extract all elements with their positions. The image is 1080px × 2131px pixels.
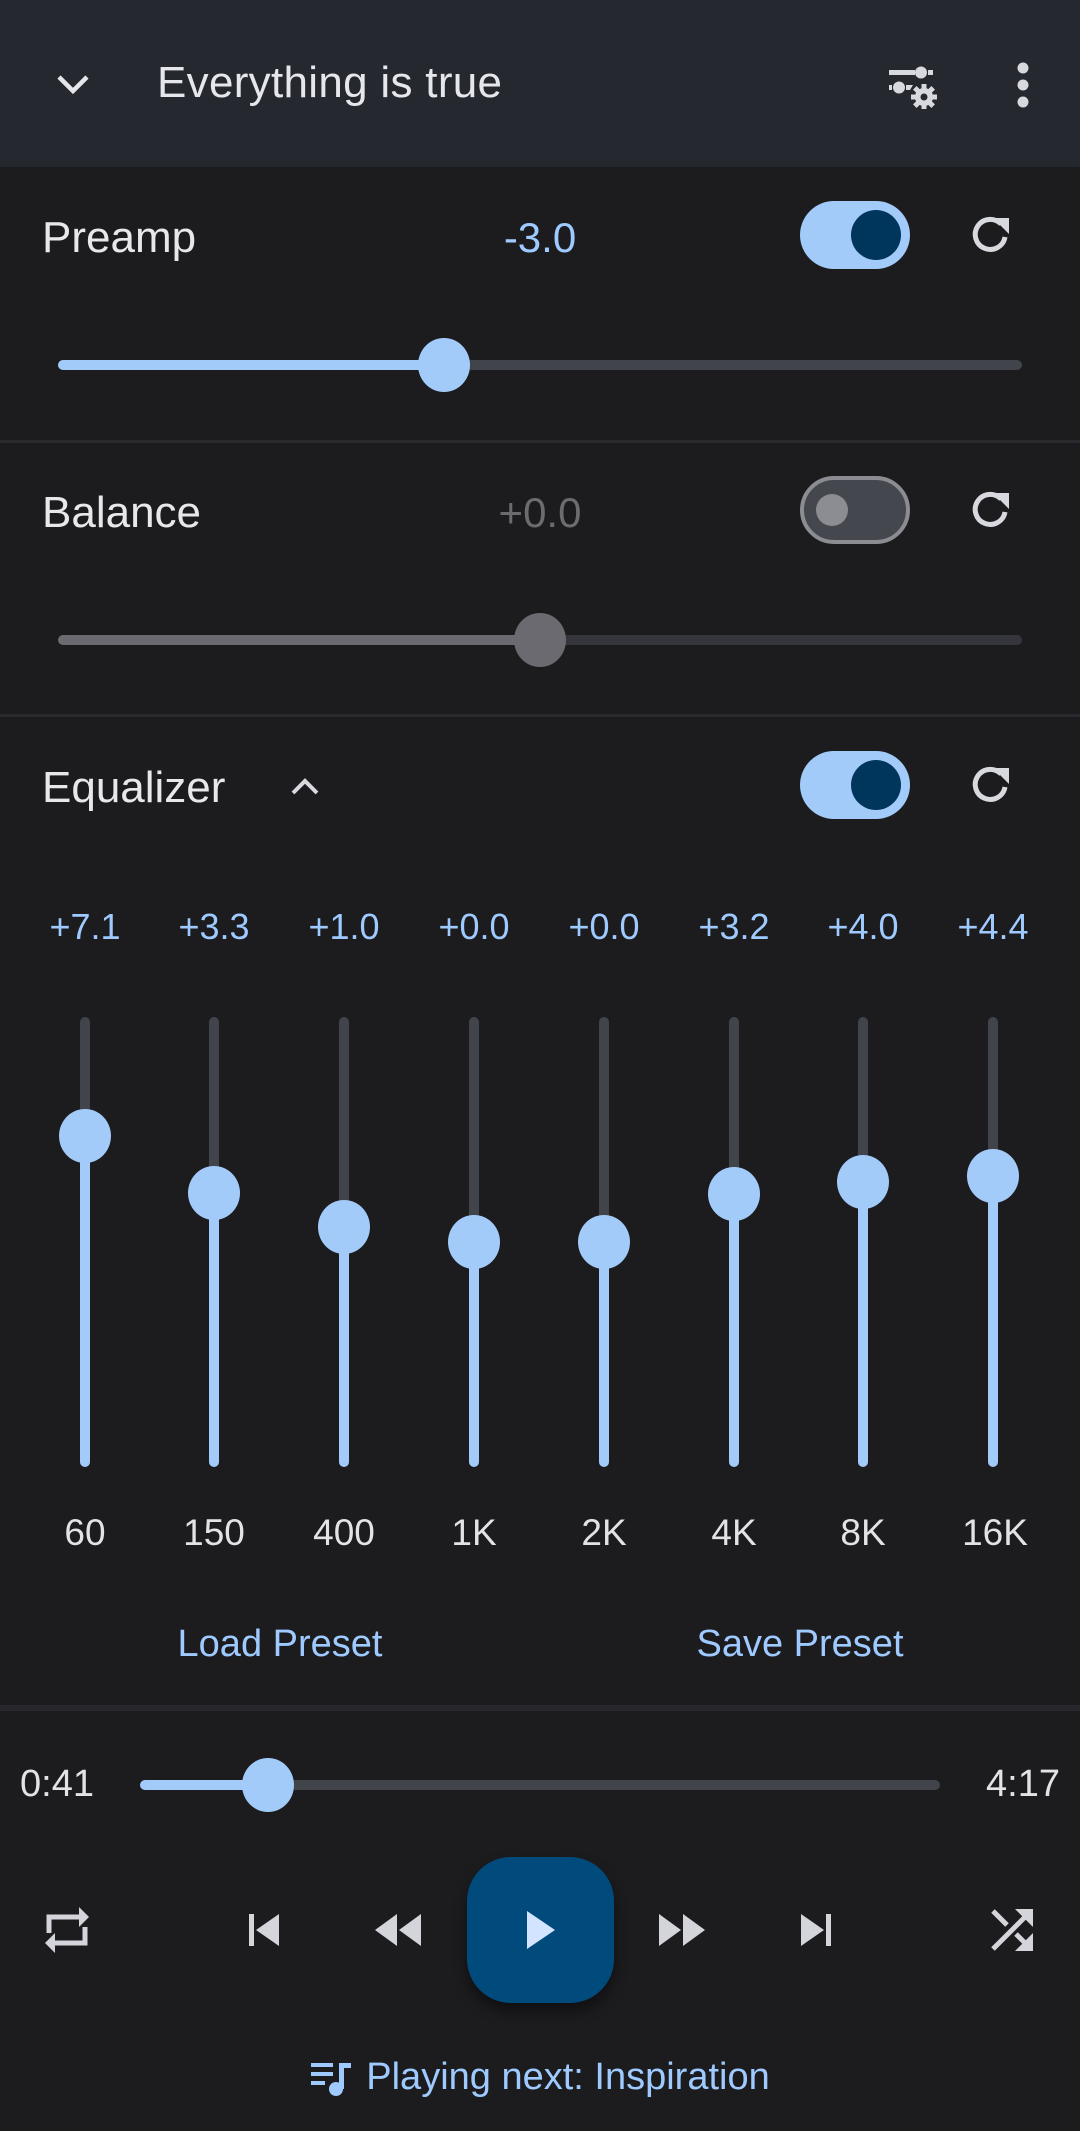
band-slider-16k[interactable] [967,1017,1019,1467]
equalizer-collapse-button[interactable] [275,757,335,817]
band-slider-4k[interactable] [708,1017,760,1467]
slider-fill [988,1176,998,1467]
elapsed-time: 0:41 [20,1763,94,1805]
slider-fill [209,1192,219,1467]
more-options-button[interactable] [998,50,1048,120]
band-frequency-label: 1K [451,1512,497,1553]
slider-fill [858,1182,868,1467]
band-frequency-label: 2K [581,1512,627,1553]
load-preset-button[interactable]: Load Preset [178,1623,383,1666]
save-preset-button[interactable]: Save Preset [697,1623,904,1666]
chevron-down-icon [57,75,89,95]
band-frequency-label: 150 [183,1512,245,1553]
slider-fill [469,1242,479,1467]
slider-thumb[interactable] [837,1155,889,1209]
band-slider-150[interactable] [188,1017,240,1467]
fast-rewind-icon [375,1914,421,1946]
preamp-slider[interactable] [58,338,1022,392]
divider [0,1705,1080,1711]
balance-value: +0.0 [498,489,582,536]
seek-bar[interactable] [140,1758,940,1812]
rewind-button[interactable] [363,1895,433,1965]
skip-previous-button[interactable] [229,1895,299,1965]
preamp-reset-button[interactable] [960,205,1020,265]
toggle-knob [851,760,901,810]
band-slider-60[interactable] [59,1017,111,1467]
slider-thumb[interactable] [318,1200,370,1254]
fast-forward-button[interactable] [647,1895,717,1965]
repeat-icon [45,1907,89,1953]
band-value: +3.2 [698,906,770,947]
tune-settings-icon [889,66,937,109]
chevron-up-icon [291,778,319,795]
slider-fill [80,1135,90,1467]
band-slider-8k[interactable] [837,1017,889,1467]
playing-next[interactable]: Playing next: Inspiration [0,2056,1080,2099]
band-value: +3.3 [178,906,250,947]
band-frequency-label: 16K [962,1512,1028,1553]
top-app-bar: Everything is true [0,0,1080,167]
balance-label: Balance [42,488,202,537]
total-duration: 4:17 [986,1763,1060,1805]
band-value: +1.0 [308,906,380,947]
more-vert-icon [1017,62,1029,108]
refresh-icon [972,216,1009,252]
toggle-knob [851,210,901,260]
band-frequency-label: 60 [64,1512,106,1553]
band-value: +7.1 [49,906,121,947]
play-button[interactable] [467,1857,614,2003]
slider-thumb[interactable] [188,1165,240,1220]
balance-slider[interactable] [58,613,1022,667]
band-frequency-label: 4K [711,1512,757,1553]
band-value: +0.0 [568,906,640,947]
balance-toggle[interactable] [800,476,910,544]
toggle-knob [816,494,848,526]
slider-thumb[interactable] [59,1108,111,1163]
playing-next-label: Playing next: Inspiration [366,2056,770,2098]
slider-thumb[interactable] [708,1167,760,1221]
queue-music-icon [311,2062,352,2096]
page-title: Everything is true [157,58,503,107]
fast-forward-icon [659,1914,705,1946]
repeat-button[interactable] [32,1895,102,1965]
slider-fill [599,1242,609,1467]
balance-reset-button[interactable] [960,480,1020,540]
shuffle-button[interactable] [977,1895,1047,1965]
preamp-toggle[interactable] [800,201,910,269]
band-value: +0.0 [438,906,510,947]
slider-fill [339,1227,349,1467]
refresh-icon [972,491,1009,527]
slider-fill [58,635,540,645]
refresh-icon [972,766,1009,802]
band-value: +4.4 [957,906,1029,947]
band-slider-1k[interactable] [448,1017,500,1467]
collapse-button[interactable] [43,55,103,115]
tune-settings-button[interactable] [875,50,951,120]
divider [0,714,1080,717]
skip-next-icon [801,1914,831,1946]
slider-thumb[interactable] [417,338,470,392]
equalizer-reset-button[interactable] [960,755,1020,815]
slider-fill [729,1194,739,1467]
skip-previous-icon [249,1914,279,1946]
skip-next-button[interactable] [781,1895,851,1965]
play-icon [526,1911,555,1949]
preamp-label: Preamp [42,213,197,262]
preamp-value: -3.0 [503,214,577,261]
band-slider-2k[interactable] [578,1017,630,1467]
divider [0,440,1080,443]
slider-fill [58,360,444,370]
equalizer-toggle[interactable] [800,751,910,819]
slider-thumb[interactable] [448,1215,500,1269]
slider-thumb[interactable] [242,1758,294,1812]
band-frequency-label: 8K [840,1512,886,1553]
band-slider-400[interactable] [318,1017,370,1467]
slider-thumb[interactable] [967,1149,1019,1203]
shuffle-icon [991,1909,1033,1951]
slider-thumb[interactable] [514,613,566,667]
band-value: +4.0 [827,906,899,947]
equalizer-label: Equalizer [42,763,226,812]
slider-thumb[interactable] [578,1215,630,1269]
band-frequency-label: 400 [313,1512,375,1553]
